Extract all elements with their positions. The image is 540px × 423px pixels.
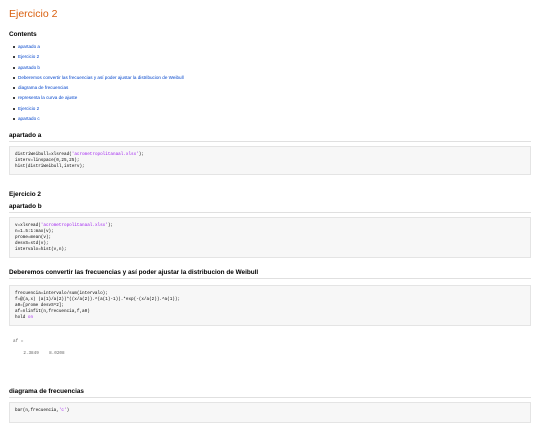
toc-link[interactable]: apartado c — [13, 114, 531, 124]
code-block: frecuencia=intervalo/sum(intervalo); f=@(… — [9, 285, 531, 326]
code-line: bar(n,frecuencia,'c') — [15, 408, 70, 413]
string-literal: 'acrometropolitanaal.xlsx' — [40, 223, 108, 228]
string-literal: 'c' — [58, 408, 67, 413]
section-heading: Deberemos convertir las frecuencias y as… — [9, 269, 531, 279]
section-apartado-b: apartado b v=xlsread('acrometropolitanaa… — [9, 203, 531, 258]
code-block: v=xlsread('acrometropolitanaal.xlsx'); n=… — [9, 217, 531, 258]
section-weibull: Deberemos convertir las frecuencias y as… — [9, 269, 531, 326]
toc-link[interactable]: Ejercicio 2 — [13, 52, 531, 62]
code-line: hold on — [15, 315, 34, 320]
published-document: Ejercicio 2 Contents apartado a Ejercici… — [0, 7, 540, 423]
page-title: Ejercicio 2 — [9, 8, 58, 20]
section-apartado-a: apartado a distriWeibull=xlsread('acrome… — [9, 132, 531, 175]
code-block: distriWeibull=xlsread('acrometropolitana… — [9, 146, 531, 175]
table-of-contents: apartado a Ejercicio 2 apartado b Debere… — [9, 42, 531, 124]
string-literal: 'acrometropolitanaal.xlsx' — [71, 152, 139, 157]
command-output: af = 2.3849 8.0208 — [9, 339, 531, 357]
keyword-on: on — [27, 315, 34, 320]
section-ejercicio-2: Ejercicio 2 — [9, 191, 531, 200]
toc-link[interactable]: Deberemos convertir las frecuencias y as… — [13, 73, 531, 83]
toc-link[interactable]: Ejercicio 2 — [13, 104, 531, 114]
code-line: intervalo=hist(v,n); — [15, 247, 67, 252]
section-heading: Ejercicio 2 — [9, 191, 41, 198]
section-heading: apartado b — [9, 203, 531, 213]
output-line: 2.3849 8.0208 — [13, 351, 65, 356]
section-diagrama: diagrama de frecuencias bar(n,frecuencia… — [9, 388, 531, 423]
toc-link[interactable]: apartado b — [13, 63, 531, 73]
toc-link[interactable]: diagrama de frecuencias — [13, 83, 531, 93]
contents-heading: Contents — [9, 31, 37, 38]
toc-link[interactable]: apartado a — [13, 42, 531, 52]
toc-link[interactable]: representa la curva de ajuste — [13, 93, 531, 103]
code-block: bar(n,frecuencia,'c') — [9, 402, 531, 423]
code-line: hist(distriWeibull,interv); — [15, 164, 85, 169]
section-heading: apartado a — [9, 132, 531, 142]
section-heading: diagrama de frecuencias — [9, 388, 531, 398]
